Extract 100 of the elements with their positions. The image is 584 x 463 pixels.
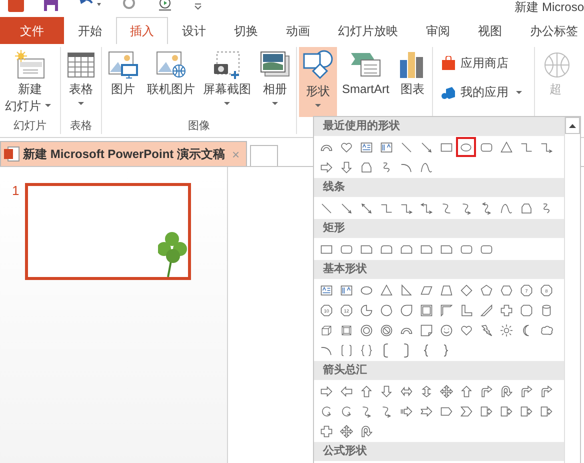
group-label: 图像: [187, 119, 211, 134]
double-arrow-icon: [358, 200, 374, 216]
document-tab[interactable]: 新建 Microsoft PowerPoint 演示文稿 ×: [0, 141, 247, 166]
trapezoid-icon: [438, 282, 454, 298]
up-arrow-icon: [458, 384, 474, 398]
caret-icon: [78, 102, 84, 105]
slideshow-icon[interactable]: [156, 0, 174, 13]
left-brace-icon: [423, 342, 429, 358]
ribbon-tab[interactable]: 插入: [116, 17, 168, 44]
callout-icon: [538, 404, 554, 418]
left-bracket-icon: [383, 342, 389, 358]
chevron-icon: [458, 404, 474, 418]
diamond-icon: [458, 282, 474, 298]
striped-arrow-icon: [398, 404, 414, 418]
bent-arrow-icon: [518, 384, 534, 398]
quad-arrow-icon: [438, 384, 454, 398]
cross-icon: [318, 424, 334, 438]
ribbon-button[interactable]: SmartArt: [339, 47, 392, 117]
caret-icon: [272, 102, 278, 105]
vtextbox-icon: [338, 282, 354, 298]
quad-arrow-icon: [338, 424, 354, 438]
section-header: 公式形状: [314, 442, 564, 461]
ribbon-button[interactable]: 新建 幻灯片: [2, 47, 58, 117]
pentagon-icon: [478, 282, 494, 298]
triangle-icon: [498, 140, 514, 154]
redo-icon[interactable]: [122, 0, 136, 11]
online-picture-icon: [155, 50, 187, 80]
bent-arrow-icon: [538, 384, 554, 398]
callout-icon: [518, 404, 534, 418]
right-arrow-icon: [318, 160, 334, 174]
apps-icon: [441, 85, 456, 100]
callout-icon: [498, 404, 514, 418]
section-header: 基本形状: [314, 260, 564, 279]
hexagon-icon: [498, 282, 514, 298]
smiley-icon: [438, 322, 454, 338]
right-triangle-icon: [398, 282, 414, 298]
ribbon-button[interactable]: 形状: [299, 47, 337, 117]
shape-button[interactable]: [456, 137, 476, 157]
freeform-icon: [518, 200, 534, 216]
callout-icon: [478, 404, 494, 418]
ribbon-button[interactable]: 图片: [104, 47, 142, 117]
ribbon-button[interactable]: 联机图片: [144, 47, 198, 117]
arrow-line-icon: [418, 140, 434, 154]
group-label: 幻灯片: [12, 119, 48, 134]
save-icon[interactable]: [44, 0, 58, 11]
donut-icon: [358, 322, 374, 338]
slide-thumbnail[interactable]: [25, 183, 192, 280]
right-arrow-icon: [318, 384, 334, 398]
section-header: 箭头总汇: [314, 361, 564, 380]
bent-arrow-icon: [478, 384, 494, 398]
ribbon-button[interactable]: 我的应用: [439, 82, 528, 103]
lightning-icon: [478, 322, 494, 338]
half-frame-icon: [438, 302, 454, 318]
group-label: 表格: [69, 119, 93, 134]
section-header: 线条: [314, 178, 564, 197]
ribbon-button[interactable]: 相册: [256, 47, 294, 117]
bracket-pair-icon: [338, 342, 354, 358]
right-brace-icon: [443, 342, 449, 358]
pie-icon: [358, 302, 374, 318]
l-shape-icon: [458, 302, 474, 318]
textbox-icon: [358, 140, 374, 154]
button-label: 新建: [18, 82, 42, 97]
section-header: 最近使用的形状: [314, 117, 564, 136]
shapes-icon: [302, 50, 334, 82]
ribbon-button[interactable]: 应用商店: [439, 53, 510, 74]
textbox-icon: [318, 282, 334, 298]
teardrop-icon: [398, 302, 414, 318]
up-arrow-icon: [569, 124, 576, 128]
up-arrow-icon: [358, 384, 374, 398]
picture-icon: [107, 50, 139, 80]
u-turn-arrow-icon: [498, 384, 514, 398]
brace-pair-icon: [358, 342, 374, 358]
vtextbox-icon: [378, 140, 394, 154]
ribbon-button[interactable]: 屏幕截图: [200, 47, 254, 117]
caret-icon: [45, 104, 51, 107]
scroll-up-button[interactable]: [565, 117, 580, 134]
document-title: 新建 Microsoft PowerPoint 演示文稿: [23, 146, 226, 162]
arrow-line-icon: [338, 200, 354, 216]
presentation-file-icon: [4, 146, 20, 162]
new-slide-icon: [14, 50, 46, 80]
frame-icon: [418, 302, 434, 318]
u-turn-arrow-icon: [358, 424, 374, 438]
ribbon-button[interactable]: 表格: [63, 47, 99, 117]
caret-icon: [224, 102, 230, 105]
left-arrow-icon: [338, 384, 354, 398]
down-arrow-icon: [378, 384, 394, 398]
diagonal-stripe-icon: [478, 302, 494, 318]
table-icon: [66, 50, 96, 80]
ribbon-button[interactable]: 图表: [394, 47, 430, 117]
caret-icon: [516, 91, 522, 94]
line-icon: [398, 140, 414, 154]
button-label: 幻灯片: [5, 99, 41, 114]
folded-corner-icon: [418, 322, 434, 338]
right-bracket-icon: [403, 342, 409, 358]
cross-icon: [498, 302, 514, 318]
chord-icon: [378, 302, 394, 318]
window-title: 新建 Microso: [514, 0, 584, 15]
no-symbol-icon: [378, 322, 394, 338]
file-tab[interactable]: 文件: [0, 17, 64, 44]
app-logo-icon: [8, 0, 24, 12]
